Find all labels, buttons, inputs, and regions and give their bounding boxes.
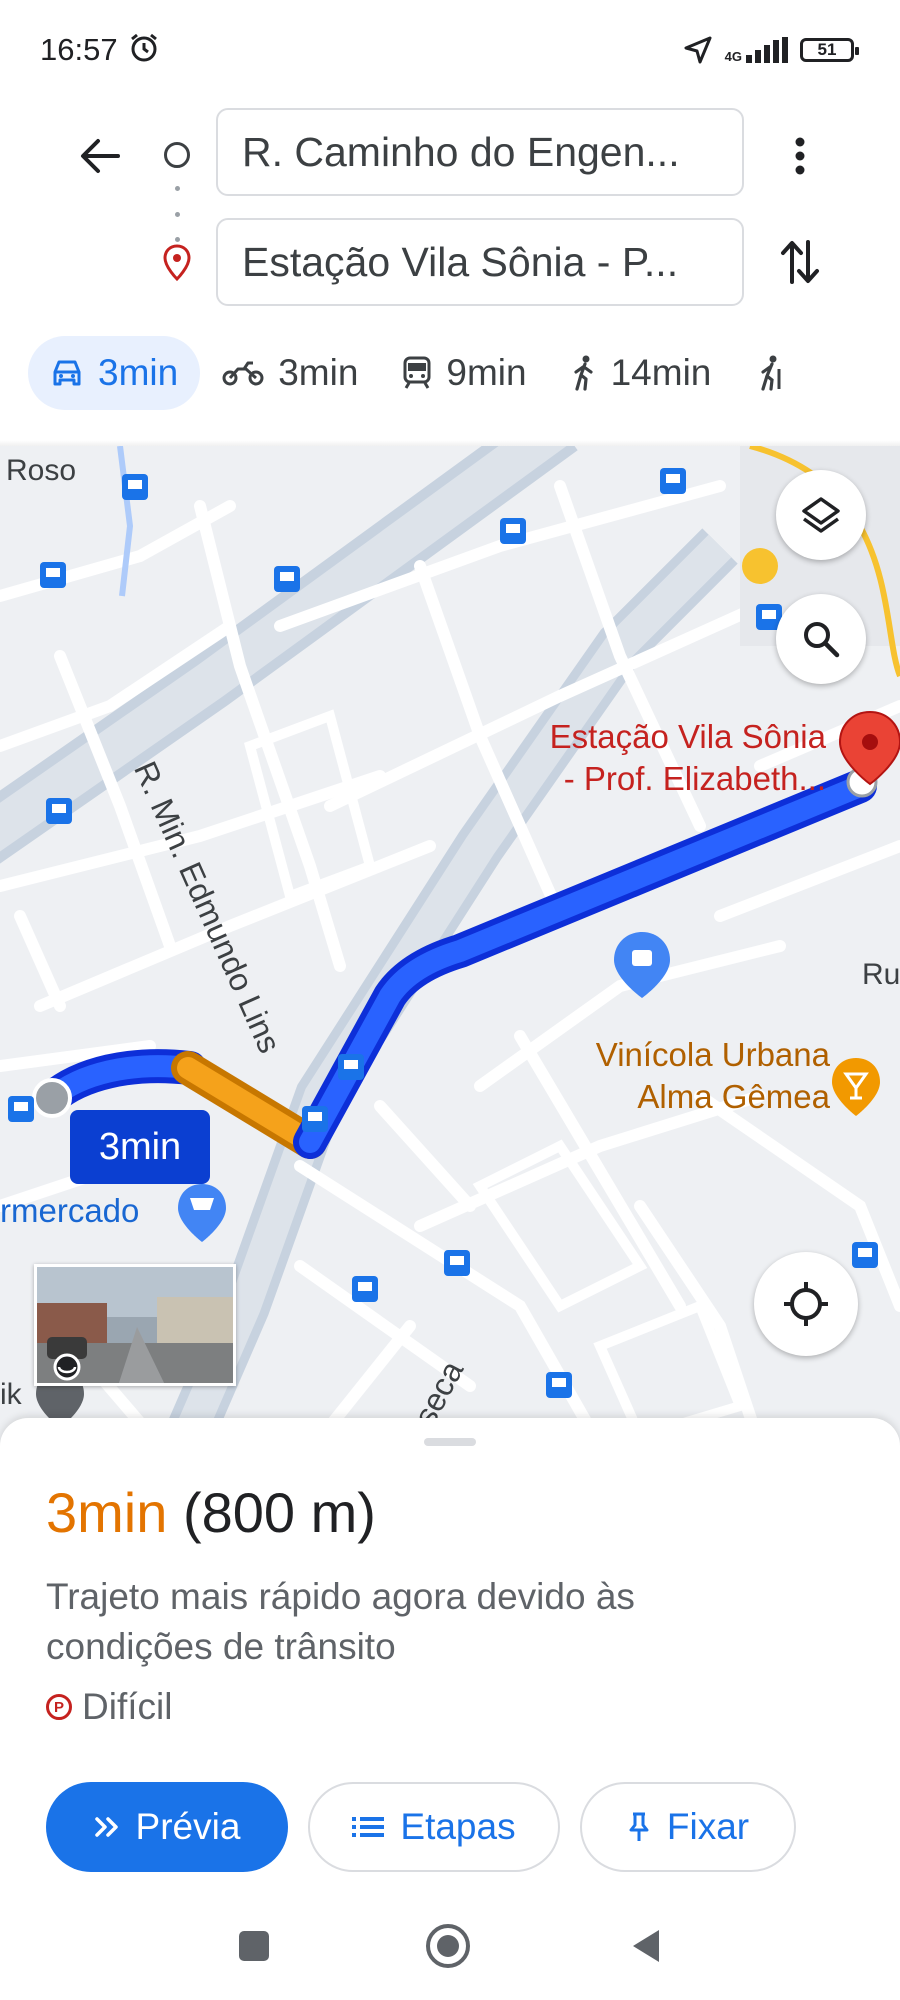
map-label-winery-line2: Alma Gêmea	[637, 1078, 830, 1115]
layers-button[interactable]	[776, 470, 866, 560]
map-label-winery: Vinícola Urbana Alma Gêmea	[596, 1034, 830, 1118]
origin-circle-icon	[164, 142, 190, 168]
my-location-button[interactable]	[754, 1252, 858, 1356]
directions-header: R. Caminho do Engen... Estação Vila Sôni…	[0, 100, 900, 310]
my-location-icon	[784, 1282, 828, 1326]
map-label-mercado: rmercado	[0, 1192, 140, 1229]
route-summary: 3min (800 m)	[46, 1480, 376, 1545]
car-icon	[53, 360, 81, 386]
battery-icon: 51	[800, 38, 859, 62]
home-circle-icon	[426, 1924, 470, 1968]
route-distance: (800 m)	[182, 1481, 376, 1544]
steps-label: Etapas	[400, 1806, 516, 1847]
preview-button[interactable]: Prévia	[46, 1782, 288, 1872]
mode-car-time: 3min	[98, 352, 179, 393]
sheet-drag-handle[interactable]	[424, 1438, 476, 1446]
search-icon	[804, 622, 840, 658]
back-button[interactable]	[72, 128, 128, 184]
map-label-winery-line1: Vinícola Urbana	[595, 1036, 830, 1073]
network-type: 4G	[724, 49, 742, 64]
parking-difficulty: Difícil	[82, 1686, 173, 1727]
pin-button[interactable]: Fixar	[580, 1782, 796, 1872]
accessibility-walk-icon	[761, 355, 781, 391]
map-label-roso: Roso	[6, 454, 77, 487]
mode-transit[interactable]: 9min	[380, 336, 548, 410]
walk-icon	[574, 355, 593, 391]
map-label-destination-line2: - Prof. Elizabeth...	[563, 760, 826, 797]
travel-modes: 3min 3min 9min 14min	[28, 336, 785, 410]
back-arrow-icon	[81, 139, 120, 173]
motorcycle-icon	[222, 361, 264, 386]
steps-button[interactable]: Etapas	[308, 1782, 560, 1872]
mode-transit-time: 9min	[446, 352, 527, 393]
parking-icon: P	[46, 1694, 72, 1720]
mode-motorcycle-time: 3min	[278, 352, 359, 393]
square-icon	[239, 1931, 269, 1961]
layers-icon	[802, 497, 840, 533]
map-label-ik: ik	[0, 1378, 22, 1411]
nav-back-button[interactable]	[622, 1922, 670, 1970]
map-label-destination: Estação Vila Sônia - Prof. Elizabeth...	[550, 716, 826, 800]
mode-car[interactable]: 3min	[28, 336, 201, 410]
swap-icon	[781, 240, 819, 284]
map-label-destination-line1: Estação Vila Sônia	[549, 718, 826, 755]
map[interactable]: Roso R. Min. Edmundo Lins Estação Vila S…	[0, 446, 900, 1446]
status-bar: 16:57 4G 51	[0, 0, 900, 100]
double-chevron-icon	[94, 1817, 118, 1837]
signal-icon	[746, 37, 788, 63]
street-view-image	[37, 1267, 233, 1383]
transit-icon	[403, 356, 431, 389]
route-actions: Prévia Etapas Fixar	[46, 1782, 796, 1872]
recents-button[interactable]	[230, 1922, 278, 1970]
status-right: 4G 51	[683, 30, 859, 70]
triangle-back-icon	[633, 1930, 659, 1962]
route-time-badge[interactable]: 3min	[70, 1110, 210, 1184]
pin-label: Fixar	[666, 1806, 750, 1847]
route-description: Trajeto mais rápido agora devido às cond…	[46, 1576, 635, 1667]
mode-motorcycle[interactable]: 3min	[200, 336, 380, 410]
destination-pin-icon	[163, 244, 191, 282]
location-arrow-icon	[684, 36, 712, 64]
pin-icon	[629, 1812, 649, 1841]
mode-walk[interactable]: 14min	[549, 336, 734, 410]
map-label-ru: Ru	[862, 958, 900, 991]
system-nav-bar	[0, 1906, 900, 1986]
destination-field[interactable]: Estação Vila Sônia - P...	[216, 218, 744, 306]
parking-info: P Difícil	[46, 1686, 172, 1728]
route-duration: 3min	[46, 1481, 168, 1544]
list-icon	[352, 1817, 385, 1837]
more-vert-icon	[795, 137, 805, 175]
home-button[interactable]	[424, 1922, 472, 1970]
street-view-thumbnail[interactable]	[34, 1264, 236, 1386]
swap-button[interactable]	[772, 228, 828, 296]
map-search-button[interactable]	[776, 594, 866, 684]
mode-walk-time: 14min	[610, 352, 712, 393]
alarm-icon	[131, 33, 157, 62]
mode-more[interactable]	[733, 336, 785, 410]
status-time: 16:57	[40, 32, 118, 67]
route-dots	[174, 186, 180, 242]
preview-label: Prévia	[135, 1806, 241, 1847]
network-indicator: 4G	[725, 37, 788, 63]
more-options-button[interactable]	[772, 122, 828, 190]
origin-field[interactable]: R. Caminho do Engen...	[216, 108, 744, 196]
